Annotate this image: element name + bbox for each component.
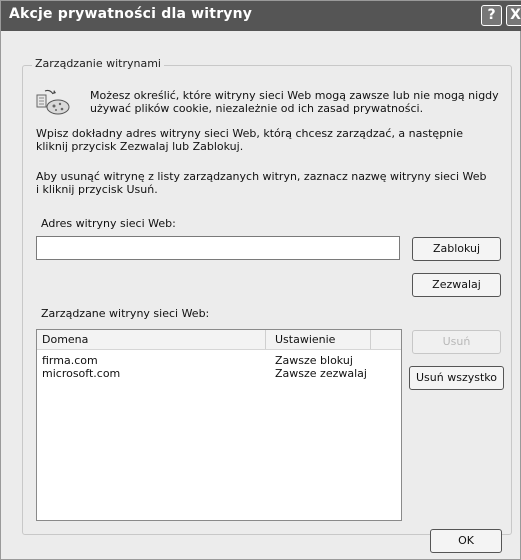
table-row[interactable]: microsoft.com Zawsze zezwalaj: [37, 367, 401, 380]
column-header-domain[interactable]: Domena: [37, 330, 266, 349]
group-legend: Zarządzanie witrynami: [32, 57, 164, 70]
info-text-line-1: Możesz określić, które witryny sieci Web…: [90, 89, 499, 102]
row-setting: Zawsze zezwalaj: [275, 367, 367, 380]
block-button[interactable]: Zablokuj: [412, 237, 501, 261]
privacy-dialog: Akcje prywatności dla witryny ? X Zarząd…: [0, 0, 521, 560]
column-header-setting[interactable]: Ustawienie: [266, 330, 371, 349]
ok-button[interactable]: OK: [430, 529, 502, 553]
dialog-title: Akcje prywatności dla witryny: [9, 6, 253, 22]
help-button[interactable]: ?: [481, 5, 502, 26]
allow-button[interactable]: Zezwalaj: [412, 273, 501, 297]
website-address-input[interactable]: [36, 236, 400, 260]
instruction-text-1b: kliknij przycisk Zezwalaj lub Zablokuj.: [36, 140, 244, 153]
remove-all-button[interactable]: Usuń wszystko: [409, 366, 504, 390]
title-bar[interactable]: Akcje prywatności dla witryny ? X: [1, 1, 521, 31]
managed-sites-label: Zarządzane witryny sieci Web:: [41, 307, 210, 320]
row-domain: microsoft.com: [42, 367, 121, 380]
instruction-text-1a: Wpisz dokładny adres witryny sieci Web, …: [36, 127, 463, 140]
address-label: Adres witryny sieci Web:: [41, 217, 176, 230]
instruction-text-2a: Aby usunąć witrynę z listy zarządzanych …: [36, 170, 487, 183]
info-text-line-2: używać plików cookie, niezależnie od ich…: [90, 102, 424, 115]
table-row[interactable]: firma.com Zawsze blokuj: [37, 354, 401, 367]
row-domain: firma.com: [42, 354, 98, 367]
instruction-text-2b: i kliknij przycisk Usuń.: [36, 183, 158, 196]
managed-sites-list[interactable]: Domena Ustawienie firma.com Zawsze bloku…: [36, 329, 402, 521]
close-button[interactable]: X: [506, 5, 521, 26]
remove-button[interactable]: Usuń: [412, 330, 501, 354]
list-header: Domena Ustawienie: [37, 330, 401, 350]
row-setting: Zawsze blokuj: [275, 354, 353, 367]
cookie-settings-icon: [36, 89, 70, 115]
